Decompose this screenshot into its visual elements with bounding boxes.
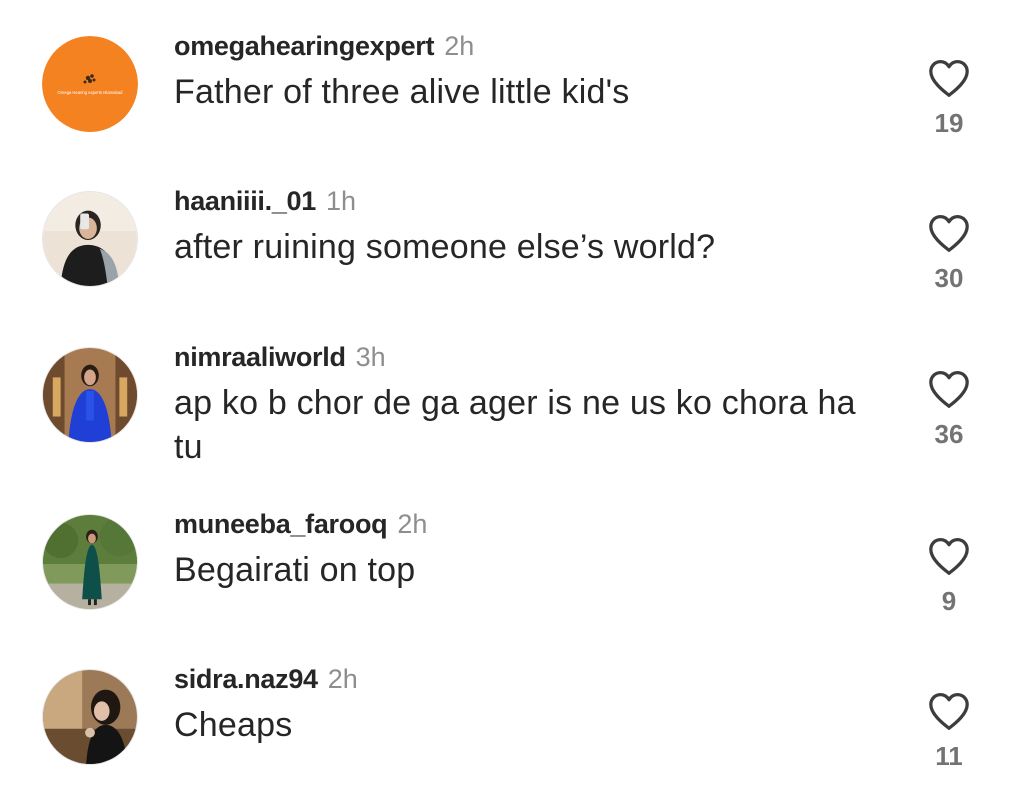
like-group: 36 <box>918 369 980 449</box>
comment-meta: muneeba_farooq 2h <box>174 508 427 540</box>
like-group: 11 <box>918 691 980 771</box>
username[interactable]: nimraaliworld <box>174 342 346 372</box>
comment-text: Cheaps <box>174 706 293 744</box>
like-count[interactable]: 19 <box>918 108 980 138</box>
comment-meta: haaniiii._01 1h <box>174 185 356 217</box>
avatar[interactable] <box>42 191 138 287</box>
timestamp: 3h <box>355 342 386 372</box>
username[interactable]: omegahearingexpert <box>174 31 434 61</box>
heart-outline-icon[interactable] <box>927 536 971 576</box>
heart-outline-icon[interactable] <box>927 213 971 253</box>
like-count[interactable]: 30 <box>918 263 980 293</box>
timestamp: 1h <box>325 186 357 216</box>
like-group: 9 <box>918 536 980 616</box>
timestamp: 2h <box>397 509 428 539</box>
username[interactable]: haaniiii._01 <box>174 186 316 216</box>
like-group: 19 <box>918 58 980 138</box>
heart-outline-icon[interactable] <box>927 369 971 409</box>
comment-text: after ruining someone else’s world? <box>174 228 716 266</box>
like-count[interactable]: 9 <box>918 586 980 616</box>
heart-outline-icon[interactable] <box>927 58 971 98</box>
like-count[interactable]: 36 <box>918 419 980 449</box>
comment-text: ap ko b chor de ga ager is ne us ko chor… <box>174 384 856 466</box>
comment-meta: sidra.naz94 2h <box>174 663 358 695</box>
username[interactable]: muneeba_farooq <box>174 509 388 539</box>
avatar[interactable]: Omega Hearing experts Islamabad <box>42 36 138 132</box>
timestamp: 2h <box>327 664 358 694</box>
avatar[interactable] <box>42 347 138 443</box>
avatar[interactable] <box>42 514 138 610</box>
comment-text: Father of three alive little kid's <box>174 73 630 111</box>
avatar-logo-text: Omega Hearing experts Islamabad <box>58 90 124 95</box>
heart-outline-icon[interactable] <box>927 691 971 731</box>
like-group: 30 <box>918 213 980 293</box>
comment-text: Begairati on top <box>174 551 416 589</box>
comment-meta: omegahearingexpert 2h <box>174 30 474 62</box>
timestamp: 2h <box>444 31 475 61</box>
like-count[interactable]: 11 <box>918 741 980 771</box>
username[interactable]: sidra.naz94 <box>174 664 318 694</box>
comment-meta: nimraaliworld 3h <box>174 341 386 373</box>
avatar[interactable] <box>42 669 138 765</box>
